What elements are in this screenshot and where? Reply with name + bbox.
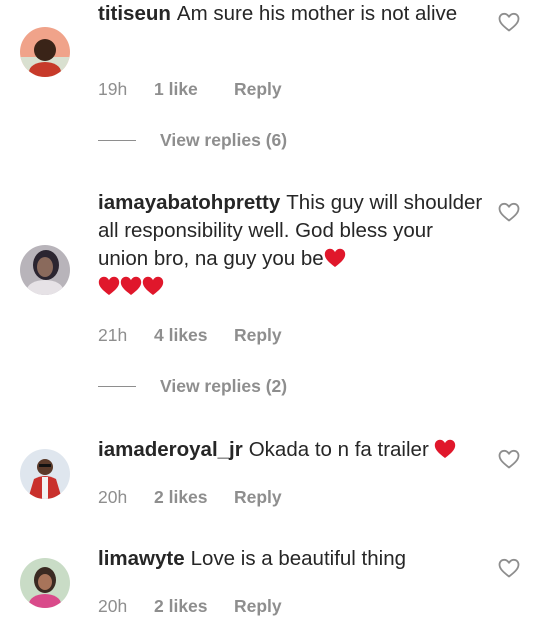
like-heart-icon[interactable] xyxy=(497,10,521,34)
red-heart-emoji-icon xyxy=(120,276,142,296)
view-replies-label: View replies (2) xyxy=(160,376,288,396)
view-replies-button[interactable]: View replies (2) xyxy=(98,376,287,397)
red-heart-emoji-icon xyxy=(324,248,346,268)
comment-body: Okada to n fa trailer xyxy=(248,438,429,461)
avatar[interactable] xyxy=(20,27,70,77)
comment-likes[interactable]: 1 like xyxy=(154,79,234,100)
comment-time: 19h xyxy=(98,79,128,99)
divider-line xyxy=(98,140,136,141)
comment-likes[interactable]: 2 likes xyxy=(154,487,234,508)
comment-username[interactable]: limawyte xyxy=(98,547,185,570)
comment-meta: 21h 4 likes Reply xyxy=(98,325,282,346)
comment-text: iamaderoyal_jr Okada to n fa trailer xyxy=(98,436,483,464)
reply-button[interactable]: Reply xyxy=(234,596,282,617)
avatar[interactable] xyxy=(20,245,70,295)
view-replies-button[interactable]: View replies (6) xyxy=(98,130,287,151)
comment-likes[interactable]: 2 likes xyxy=(154,596,234,617)
red-heart-emoji-icon xyxy=(142,276,164,296)
reply-button[interactable]: Reply xyxy=(234,487,282,508)
view-replies-label: View replies (6) xyxy=(160,130,288,150)
comment-time: 20h xyxy=(98,487,128,507)
reply-button[interactable]: Reply xyxy=(234,79,282,100)
comment-text: limawyte Love is a beautiful thing xyxy=(98,545,483,573)
comment-username[interactable]: iamaderoyal_jr xyxy=(98,438,243,461)
comment-text: iamayabatohpretty This guy will shoulder … xyxy=(98,189,483,301)
red-heart-emoji-icon xyxy=(434,439,456,459)
comment-time: 20h xyxy=(98,596,128,616)
comment-body: Love is a beautiful thing xyxy=(190,547,407,570)
red-heart-emoji-icon xyxy=(98,276,120,296)
like-heart-icon[interactable] xyxy=(497,447,521,471)
like-heart-icon[interactable] xyxy=(497,200,521,224)
divider-line xyxy=(98,386,136,387)
reply-button[interactable]: Reply xyxy=(234,325,282,346)
comment-likes[interactable]: 4 likes xyxy=(154,325,234,346)
comment-text: titiseun Am sure his mother is not alive xyxy=(98,0,483,28)
comment-meta: 20h 2 likes Reply xyxy=(98,596,282,617)
comment-meta: 20h 2 likes Reply xyxy=(98,487,282,508)
comment-username[interactable]: titiseun xyxy=(98,2,171,25)
comment-username[interactable]: iamayabatohpretty xyxy=(98,191,280,214)
comment-time: 21h xyxy=(98,325,128,345)
avatar[interactable] xyxy=(20,449,70,499)
comment-meta: 19h 1 like Reply xyxy=(98,79,282,100)
comment-body: Am sure his mother is not alive xyxy=(176,2,458,25)
like-heart-icon[interactable] xyxy=(497,556,521,580)
avatar[interactable] xyxy=(20,558,70,608)
